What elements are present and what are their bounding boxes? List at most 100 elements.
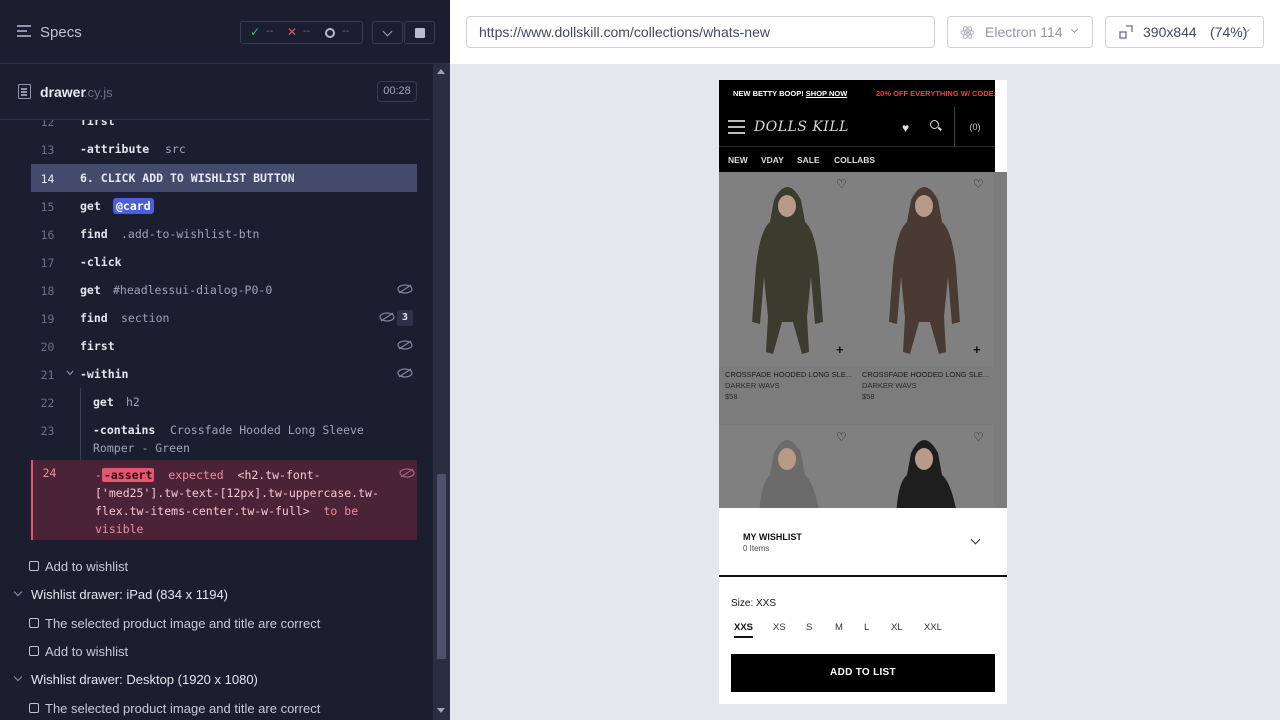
command-row[interactable]: 13 -attribute src (31, 135, 417, 163)
reporter-scrollbar[interactable] (433, 64, 450, 720)
size-option-xs[interactable]: XS (773, 622, 786, 633)
command-number: 23 (40, 424, 55, 438)
collapse-caret-icon[interactable] (66, 370, 74, 376)
promo-link[interactable]: SHOP NOW (806, 89, 848, 98)
command-row[interactable]: 17 -click (31, 248, 417, 276)
command-number: 12 (40, 120, 55, 129)
command-group-row[interactable]: 14 6. CLICK ADD TO WISHLIST BUTTON (31, 164, 417, 192)
command-name: -within (80, 367, 129, 381)
chevron-down-icon[interactable] (970, 534, 981, 545)
command-arg: src (165, 142, 186, 156)
viewport-selector[interactable]: 390x844 (74%) (1105, 16, 1264, 48)
command-arg-cont: Romper - Green (93, 441, 190, 455)
nav-item-vday[interactable]: VDAY (761, 155, 784, 165)
command-name: first (80, 339, 115, 353)
promo-text: NEW BETTY BOOP! (733, 89, 804, 98)
auto-scroll-button[interactable] (372, 21, 403, 44)
command-row[interactable]: 23 -contains Crossfade Hooded Long Sleev… (31, 416, 417, 460)
size-option-s[interactable]: S (806, 622, 812, 633)
command-group-label: 6. CLICK ADD TO WISHLIST BUTTON (80, 171, 295, 185)
size-option-xxl[interactable]: XXL (924, 622, 942, 633)
command-number: 21 (40, 368, 55, 382)
pending-circle-icon (325, 28, 335, 38)
command-row[interactable]: 16 find .add-to-wishlist-btn (31, 220, 417, 248)
suite-item[interactable]: Wishlist drawer: Desktop (1920 x 1080) (0, 665, 431, 693)
size-option-xxs[interactable]: XXS (734, 622, 754, 638)
suite-title: Wishlist drawer: iPad (834 x 1194) (31, 587, 229, 602)
size-option-m[interactable]: M (835, 622, 843, 633)
passed-count: -- (266, 26, 274, 37)
wishlist-header[interactable]: MY WISHLIST 0 Items (719, 508, 1007, 577)
electron-icon (960, 26, 975, 39)
hidden-eye-icon (397, 284, 413, 294)
size-label: Size: XXS (731, 598, 777, 609)
command-number: 22 (40, 396, 55, 410)
heart-icon[interactable]: ♡ (973, 177, 984, 191)
nav-item-collabs[interactable]: COLLABS (834, 155, 875, 165)
plus-icon[interactable]: + (836, 342, 844, 357)
nav-item-new[interactable]: NEW (728, 155, 748, 165)
specs-header: Specs ✓ -- ✕ -- -- (0, 0, 450, 64)
url-bar[interactable]: https://www.dollskill.com/collections/wh… (466, 16, 935, 48)
command-row[interactable]: 19 find section 3 (31, 304, 417, 332)
test-status-icon (29, 703, 39, 713)
size-option-xl[interactable]: XL (891, 622, 903, 633)
command-arg: h2 (126, 395, 140, 409)
element-count-badge: 3 (397, 310, 413, 326)
command-name: -attribute (80, 142, 150, 156)
size-option-l[interactable]: L (864, 622, 869, 633)
test-status-icon (29, 618, 39, 628)
test-item[interactable]: The selected product image and title are… (0, 694, 431, 720)
command-row[interactable]: 15 get @card (31, 192, 417, 220)
product-grid: ♡ + CROSSFADE HOODED LONG SLE... DARKER … (719, 172, 1007, 508)
test-title: The selected product image and title are… (45, 616, 321, 631)
command-number: 18 (40, 284, 55, 298)
test-title: Add to wishlist (45, 644, 129, 659)
browser-label: Electron 114 (985, 24, 1063, 40)
heart-icon[interactable]: ♡ (836, 177, 847, 191)
nav-item-sale[interactable]: SALE (797, 155, 820, 165)
failed-assertion-row[interactable]: 24 - -assert expected <h2.tw-font- ['med2… (31, 460, 417, 540)
hidden-eye-icon (379, 312, 395, 322)
specs-title[interactable]: Specs (40, 24, 82, 41)
command-arg: #headlessui-dialog-P0-0 (113, 283, 273, 297)
command-name: -contains (93, 423, 156, 437)
wishlist-heart-icon[interactable]: ♥ (902, 121, 909, 135)
product-image[interactable] (719, 172, 856, 366)
command-row[interactable]: 18 get #headlessui-dialog-P0-0 (31, 276, 417, 304)
stop-button[interactable] (404, 21, 435, 44)
command-number: 14 (40, 172, 55, 186)
command-row[interactable]: 12 first (31, 120, 417, 135)
browser-selector[interactable]: Electron 114 (947, 16, 1093, 48)
product-name[interactable]: CROSSFADE HOODED LONG SLE... (725, 370, 852, 379)
hamburger-menu-icon[interactable] (728, 120, 745, 134)
plus-icon[interactable]: + (973, 342, 981, 357)
test-item[interactable]: The selected product image and title are… (0, 609, 431, 637)
test-item[interactable]: Add to wishlist (0, 637, 431, 665)
hidden-eye-icon (397, 368, 413, 378)
cart-bag-count[interactable]: (0) (954, 107, 995, 147)
command-row[interactable]: 21 -within (31, 360, 417, 388)
command-row[interactable]: 20 first (31, 332, 417, 360)
command-number: 13 (40, 143, 55, 157)
command-row[interactable]: 22 get h2 (31, 388, 417, 416)
heart-icon[interactable]: ♡ (973, 430, 984, 444)
scroll-up-arrow-icon[interactable] (437, 69, 445, 74)
aut-header: https://www.dollskill.com/collections/wh… (450, 0, 1280, 64)
add-to-list-button[interactable]: ADD TO LIST (731, 654, 995, 692)
spec-file-name[interactable]: drawer (40, 84, 86, 100)
test-status-icon (29, 646, 39, 656)
specs-menu-icon[interactable] (17, 25, 31, 37)
cypress-reporter: Specs ✓ -- ✕ -- -- drawer .cy.js 00:28 1… (0, 0, 450, 720)
suite-item[interactable]: Wishlist drawer: iPad (834 x 1194) (0, 580, 431, 608)
product-image[interactable] (856, 172, 993, 366)
product-name[interactable]: CROSSFADE HOODED LONG SLE... (862, 370, 989, 379)
heart-icon[interactable]: ♡ (836, 430, 847, 444)
promo-banner: NEW BETTY BOOP! SHOP NOW 20% OFF EVERYTH… (719, 80, 996, 107)
test-item[interactable]: Add to wishlist (0, 552, 431, 580)
site-logo[interactable]: DOLLS KILL (754, 119, 849, 135)
search-icon[interactable] (930, 120, 939, 129)
pending-count: -- (342, 26, 350, 37)
scrollbar-thumb[interactable] (437, 474, 446, 659)
scroll-down-arrow-icon[interactable] (437, 708, 445, 713)
